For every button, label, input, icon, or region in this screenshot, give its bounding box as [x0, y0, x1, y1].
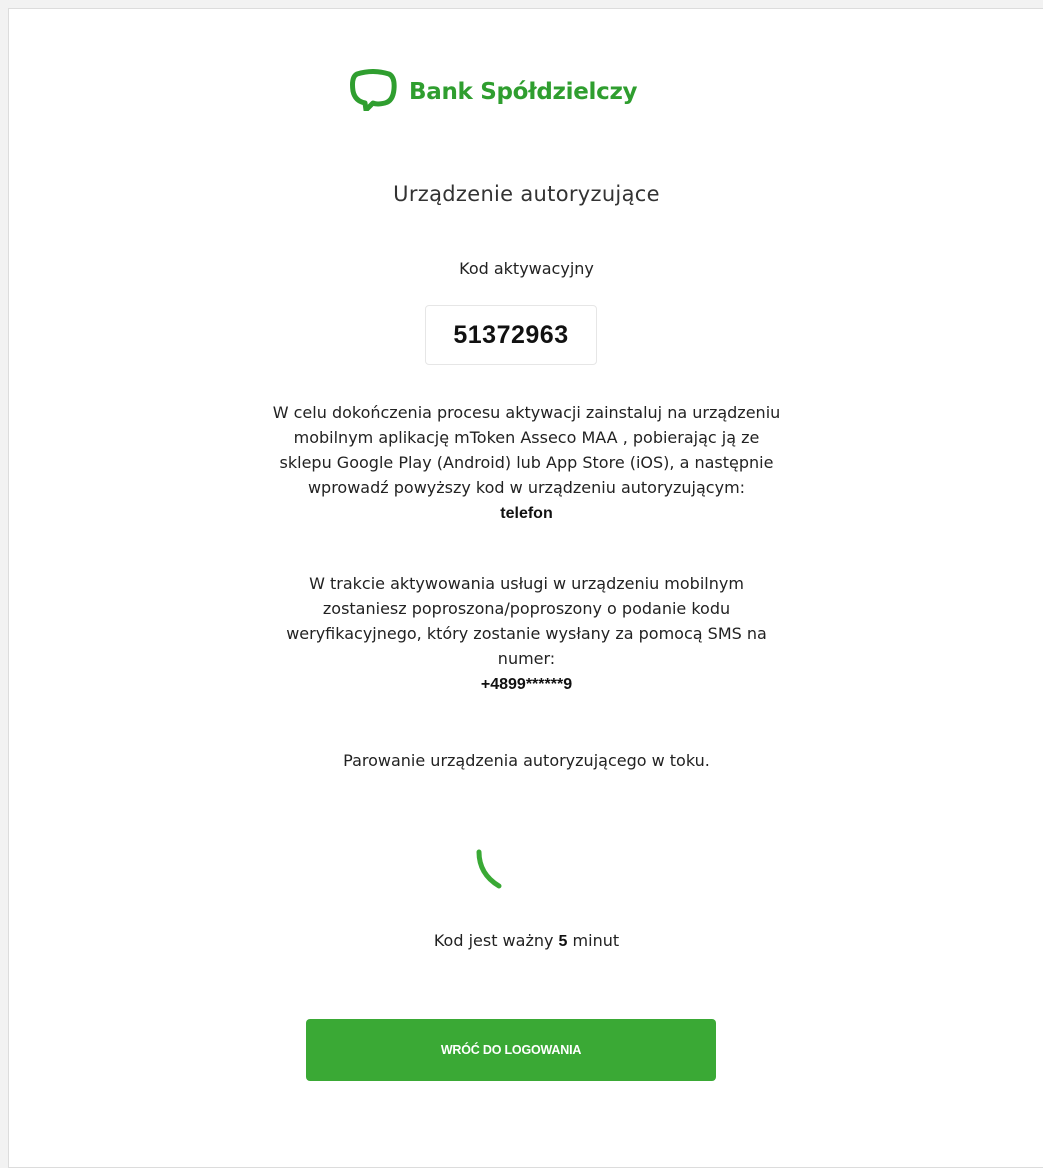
back-to-login-button[interactable]: WRÓĆ DO LOGOWANIA [306, 1019, 716, 1081]
instructions-text: W celu dokończenia procesu aktywacji zai… [9, 400, 1043, 526]
validity-prefix: Kod jest ważny [433, 931, 554, 950]
device-name: telefon [500, 505, 553, 522]
pairing-status: Parowanie urządzenia autoryzującego w to… [343, 751, 710, 770]
page-title: Urządzenie autoryzujące [393, 182, 660, 206]
bank-name: Bank Spółdzielczy [409, 79, 638, 105]
validity-minutes: 5 [558, 933, 568, 950]
speech-bubble-logo-icon [349, 69, 397, 115]
activation-card: Bank Spółdzielczy Urządzenie autoryzując… [8, 8, 1043, 1168]
instructions-line: mobilnym aplikację mToken Asseco MAA , p… [293, 428, 760, 447]
bank-logo: Bank Spółdzielczy [349, 69, 638, 115]
masked-phone-number: +4899******9 [480, 676, 573, 693]
activation-code: 51372963 [425, 305, 597, 365]
activation-code-label: Kod aktywacyjny [459, 259, 594, 278]
instructions-line: wprowadź powyższy kod w urządzeniu autor… [307, 478, 746, 497]
verification-text: W trakcie aktywowania usługi w urządzeni… [9, 571, 1043, 697]
validity-suffix: minut [572, 931, 620, 950]
code-validity: Kod jest ważny 5 minut [9, 931, 1043, 951]
verification-line: numer: [497, 649, 556, 668]
instructions-line: sklepu Google Play (Android) lub App Sto… [279, 453, 774, 472]
loading-spinner-icon [469, 844, 519, 894]
verification-line: zostaniesz poproszona/poproszony o podan… [322, 599, 731, 618]
verification-line: weryfikacyjnego, który zostanie wysłany … [286, 624, 767, 643]
instructions-line: W celu dokończenia procesu aktywacji zai… [272, 403, 781, 422]
verification-line: W trakcie aktywowania usługi w urządzeni… [309, 574, 744, 593]
